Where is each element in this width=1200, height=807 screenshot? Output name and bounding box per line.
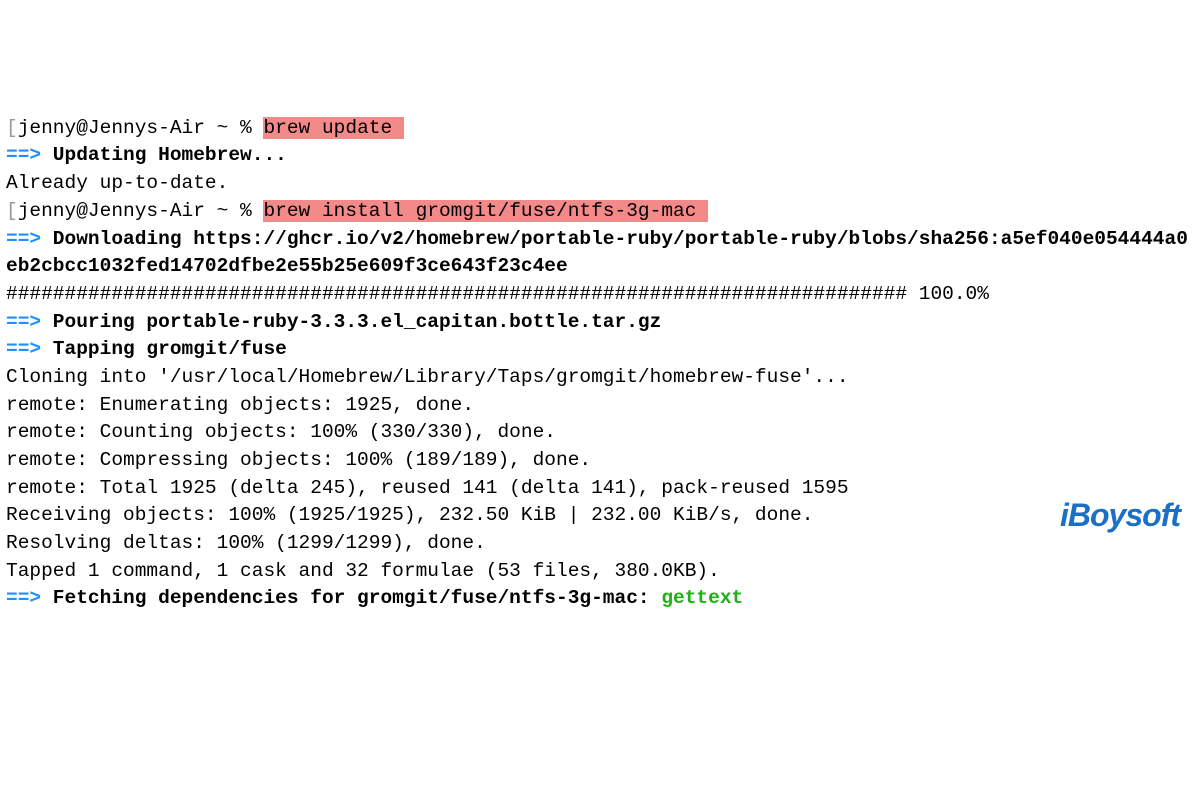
brew-arrow-icon: ==> [6, 228, 41, 250]
terminal-line: Tapped 1 command, 1 cask and 32 formulae… [6, 558, 1194, 586]
brew-heading: Tapping gromgit/fuse [41, 338, 287, 360]
terminal-line: [jenny@Jennys-Air ~ % brew update [6, 115, 1194, 143]
terminal-line: ==> Updating Homebrew... [6, 142, 1194, 170]
terminal-line: remote: Enumerating objects: 1925, done. [6, 392, 1194, 420]
terminal-text: Resolving deltas: 100% (1299/1299), done… [6, 532, 486, 554]
terminal-line: remote: Counting objects: 100% (330/330)… [6, 419, 1194, 447]
prompt-bracket: [ [6, 117, 18, 139]
brew-arrow-icon: ==> [6, 144, 41, 166]
prompt-bracket: [ [6, 200, 18, 222]
terminal-line: ==> Pouring portable-ruby-3.3.3.el_capit… [6, 309, 1194, 337]
shell-prompt: jenny@Jennys-Air ~ % [18, 117, 264, 139]
terminal-text: Already up-to-date. [6, 172, 228, 194]
terminal-line: ==> Downloading https://ghcr.io/v2/homeb… [6, 226, 1194, 281]
terminal-line: ==> Tapping gromgit/fuse [6, 336, 1194, 364]
terminal-line: [jenny@Jennys-Air ~ % brew install gromg… [6, 198, 1194, 226]
brew-heading: Downloading https://ghcr.io/v2/homebrew/… [6, 228, 1188, 278]
terminal-line: ########################################… [6, 281, 1194, 309]
terminal-line: Resolving deltas: 100% (1299/1299), done… [6, 530, 1194, 558]
terminal-text: Tapped 1 command, 1 cask and 32 formulae… [6, 560, 720, 582]
terminal-text: Cloning into '/usr/local/Homebrew/Librar… [6, 366, 849, 388]
terminal-text: remote: Enumerating objects: 1925, done. [6, 394, 474, 416]
terminal-text: Receiving objects: 100% (1925/1925), 232… [6, 504, 813, 526]
terminal-line: remote: Compressing objects: 100% (189/1… [6, 447, 1194, 475]
brew-arrow-icon: ==> [6, 311, 41, 333]
terminal-line: Already up-to-date. [6, 170, 1194, 198]
command-highlight: brew install gromgit/fuse/ntfs-3g-mac [263, 200, 708, 222]
brew-heading: Updating Homebrew... [41, 144, 287, 166]
shell-prompt: jenny@Jennys-Air ~ % [18, 200, 264, 222]
command-highlight: brew update [263, 117, 403, 139]
brew-arrow-icon: ==> [6, 338, 41, 360]
terminal-output[interactable]: [jenny@Jennys-Air ~ % brew update ==> Up… [6, 115, 1194, 613]
terminal-line: ==> Fetching dependencies for gromgit/fu… [6, 585, 1194, 613]
brew-heading: Fetching dependencies for gromgit/fuse/n… [41, 587, 661, 609]
terminal-text: ########################################… [6, 283, 989, 305]
dependency-name: gettext [661, 587, 743, 609]
terminal-line: Cloning into '/usr/local/Homebrew/Librar… [6, 364, 1194, 392]
terminal-text: remote: Total 1925 (delta 245), reused 1… [6, 477, 849, 499]
terminal-text: remote: Counting objects: 100% (330/330)… [6, 421, 556, 443]
brew-arrow-icon: ==> [6, 587, 41, 609]
terminal-line: Receiving objects: 100% (1925/1925), 232… [6, 502, 1194, 530]
watermark-logo: iBoysoft [1060, 493, 1180, 538]
terminal-line: remote: Total 1925 (delta 245), reused 1… [6, 475, 1194, 503]
brew-heading: Pouring portable-ruby-3.3.3.el_capitan.b… [41, 311, 661, 333]
terminal-text: remote: Compressing objects: 100% (189/1… [6, 449, 591, 471]
